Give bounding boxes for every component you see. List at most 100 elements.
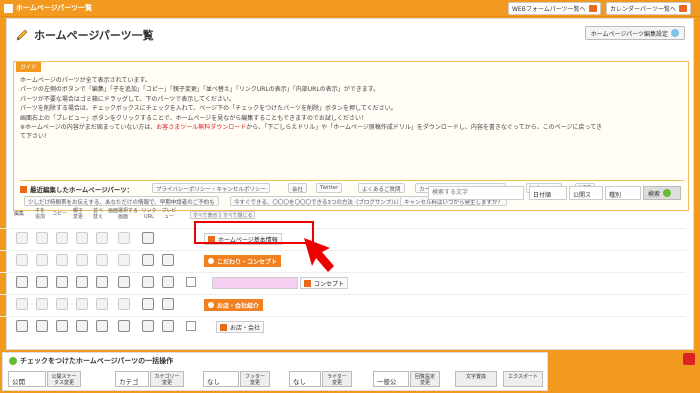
col-link: リンクURL	[141, 208, 157, 220]
link-icon[interactable]	[142, 232, 154, 244]
sort-icon[interactable]	[96, 298, 108, 310]
writer-bulk-select[interactable]: なし	[289, 371, 321, 387]
recent-chip[interactable]: 会社	[288, 183, 308, 193]
edit-icon[interactable]	[16, 232, 28, 244]
col-sort: 並べ替え	[92, 208, 103, 220]
parts-settings-button[interactable]: ホームページパーツ編集設定	[584, 26, 685, 40]
trash-icon[interactable]	[683, 353, 695, 365]
app-title: ホームページパーツ一覧	[4, 3, 92, 13]
link-icon[interactable]	[142, 298, 154, 310]
calendar-parts-button[interactable]: カレンダーパーツ一覧へ	[606, 2, 691, 15]
recent-chip[interactable]: Twitter	[316, 183, 343, 193]
recent-chip[interactable]: プライバシーポリシー・キャンセルポリシー	[152, 183, 270, 193]
web-form-parts-button[interactable]: WEBフォームパーツ一覧へ	[508, 2, 601, 15]
copy-icon[interactable]	[56, 320, 68, 332]
recent-chip[interactable]: 今すぐできる、〇〇〇を〇〇〇できる3つの方法（ブログサンプル）	[230, 196, 407, 206]
visibility-change-button[interactable]: 回覧設定変更	[410, 371, 440, 387]
screen-icon[interactable]	[118, 298, 130, 310]
writer-change-button[interactable]: ライター変更	[322, 371, 352, 387]
collapse-all-button[interactable]: すべて閉じる	[220, 211, 256, 219]
row-checkbox[interactable]	[186, 277, 196, 287]
bulk-title: チェックをつけたホームページパーツの一括操作	[9, 356, 173, 366]
sort-icon[interactable]	[96, 276, 108, 288]
preview-icon[interactable]	[162, 320, 174, 332]
footer-bulk-select[interactable]: なし	[203, 371, 239, 387]
guide-text: ホームページのパーツが全て表示されています。 パーツの左側のボタンで「編集」「子…	[20, 77, 603, 141]
search-button[interactable]: 検索	[643, 186, 681, 200]
footer-change-button[interactable]: フッター変更	[240, 371, 270, 387]
copy-icon[interactable]	[56, 232, 68, 244]
add-child-icon[interactable]	[36, 276, 48, 288]
image-icon	[304, 279, 311, 287]
category-item[interactable]: お店・会社紹介	[204, 299, 264, 311]
top-bar: ホームページパーツ一覧 WEBフォームパーツ一覧へ カレンダーパーツ一覧へ	[0, 0, 700, 17]
visibility-bulk-select[interactable]: 一般公	[373, 371, 409, 387]
row-checkbox[interactable]	[186, 321, 196, 331]
col-screen: 画面選択する画面	[108, 208, 139, 220]
recent-icon	[20, 185, 27, 193]
copy-icon[interactable]	[56, 254, 68, 266]
expand-all-button[interactable]: すべて表示	[190, 211, 221, 219]
type-select[interactable]: 種別	[605, 186, 641, 200]
link-icon[interactable]	[142, 254, 154, 266]
add-child-icon[interactable]	[36, 232, 48, 244]
copy-icon[interactable]	[56, 298, 68, 310]
category-change-button[interactable]: カテゴリー変更	[150, 371, 184, 387]
parts-row: お店・会社紹介	[0, 294, 686, 314]
status-change-button[interactable]: 公開ステータス変更	[47, 371, 81, 387]
recent-parts: 最近編集したホームページパーツ： プライバシーポリシー・キャンセルポリシー 会社…	[20, 180, 684, 206]
category-item[interactable]: こだわり・コンセプト	[204, 255, 282, 267]
col-copy: コピー	[52, 211, 68, 217]
replace-text-button[interactable]: 文字置換	[455, 371, 497, 387]
link-icon[interactable]	[142, 276, 154, 288]
screen-icon[interactable]	[118, 254, 130, 266]
parent-icon[interactable]	[76, 276, 88, 288]
preview-icon[interactable]	[162, 254, 174, 266]
col-edit: 編集	[14, 211, 25, 217]
copy-icon[interactable]	[56, 276, 68, 288]
parent-icon[interactable]	[76, 320, 88, 332]
sort-icon[interactable]	[96, 232, 108, 244]
bulk-panel: チェックをつけたホームページパーツの一括操作 公開 公開ステータス変更 カテゴ …	[2, 352, 548, 391]
status-bulk-select[interactable]: 公開	[8, 371, 46, 387]
status-select[interactable]: 公開ス	[569, 186, 603, 200]
screen-icon[interactable]	[118, 232, 130, 244]
parts-row: こだわり・コンセプト	[0, 250, 686, 270]
recent-chip[interactable]: よくあるご質問	[358, 183, 405, 193]
sort-icon[interactable]	[96, 320, 108, 332]
col-preview: プレビュー	[161, 208, 177, 220]
preview-icon[interactable]	[162, 276, 174, 288]
sort-icon[interactable]	[96, 254, 108, 266]
parts-row: コンセプト	[0, 272, 686, 292]
add-child-icon[interactable]	[36, 320, 48, 332]
heart-icon	[208, 258, 214, 264]
page-title: ホームページパーツ一覧	[15, 27, 154, 43]
add-child-icon[interactable]	[36, 254, 48, 266]
recent-chip[interactable]: 少しだけ時間帯をお伝えする、あなただけの情報で、早期申請者のご予約も	[24, 196, 219, 206]
settings-icon	[671, 29, 679, 37]
parent-icon[interactable]	[76, 254, 88, 266]
link-icon[interactable]	[142, 320, 154, 332]
edit-icon[interactable]	[16, 298, 28, 310]
sort-select[interactable]: 日付順	[529, 186, 567, 200]
category-bulk-select[interactable]: カテゴ	[115, 371, 149, 387]
export-button[interactable]: エクスポート	[503, 371, 543, 387]
preview-icon[interactable]	[162, 298, 174, 310]
search-icon	[663, 189, 672, 197]
screen-icon[interactable]	[118, 320, 130, 332]
part-item[interactable]: コンセプト	[300, 277, 349, 289]
pencil-icon	[16, 29, 28, 41]
tool-download-link[interactable]: お客さまツール無料ダウンロード	[156, 124, 246, 131]
parent-icon[interactable]	[76, 298, 88, 310]
screen-icon[interactable]	[118, 276, 130, 288]
search-input[interactable]	[428, 186, 524, 200]
shop-icon	[208, 302, 214, 308]
edit-icon[interactable]	[16, 320, 28, 332]
part-icon	[220, 323, 227, 331]
parent-icon[interactable]	[76, 232, 88, 244]
add-child-icon[interactable]	[36, 298, 48, 310]
edit-icon[interactable]	[16, 276, 28, 288]
part-item[interactable]: お店・会社	[216, 321, 265, 333]
edit-icon[interactable]	[16, 254, 28, 266]
col-add-child: 子を追加	[34, 208, 45, 220]
